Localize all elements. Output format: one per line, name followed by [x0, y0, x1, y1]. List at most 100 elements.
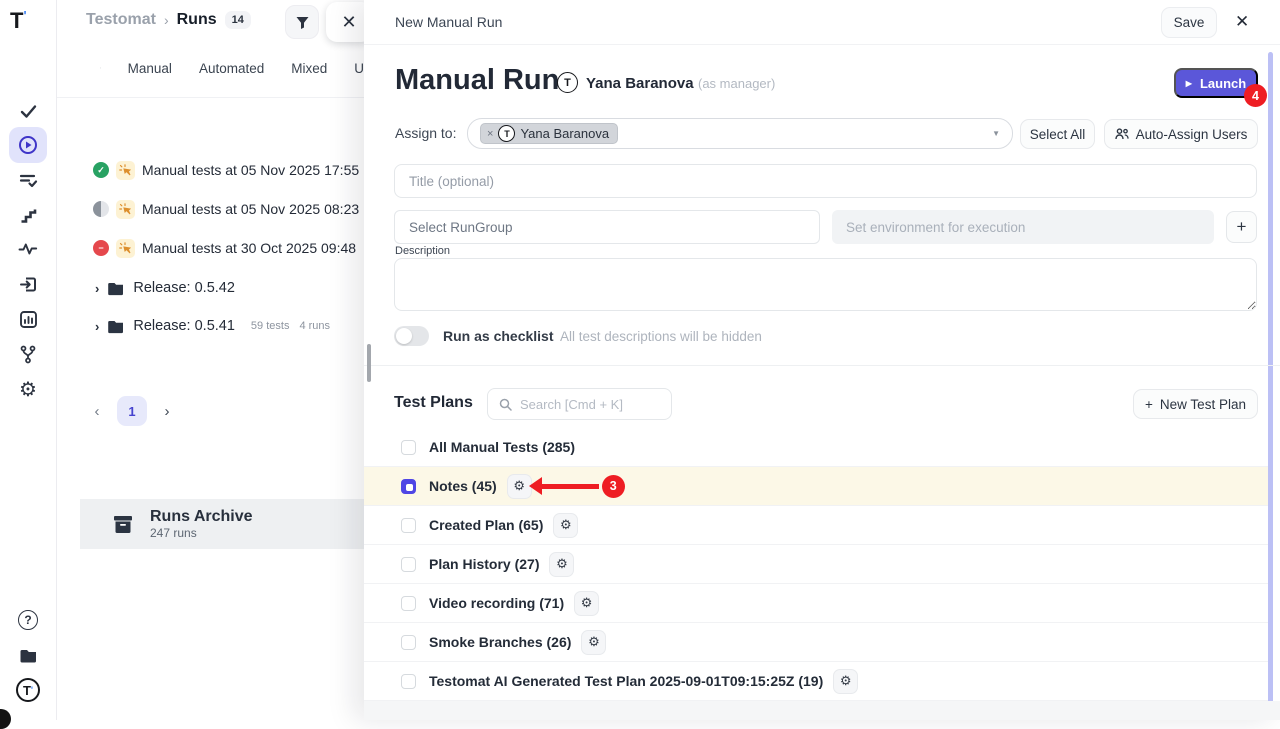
- page-number[interactable]: 1: [117, 396, 147, 426]
- new-test-plan-label: New Test Plan: [1160, 397, 1246, 412]
- owner-role: (as manager): [698, 76, 775, 91]
- checklist-hint: All test descriptions will be hidden: [560, 329, 762, 344]
- auto-assign-button[interactable]: Auto-Assign Users: [1104, 119, 1258, 149]
- drawer-close-icon[interactable]: ✕: [1235, 12, 1249, 32]
- prev-page-icon[interactable]: ‹: [90, 403, 104, 420]
- assignee-chip[interactable]: × T Yana Baranova: [480, 123, 618, 144]
- plan-settings-gear-icon[interactable]: [581, 630, 606, 655]
- chevron-right-icon[interactable]: ›: [95, 281, 99, 296]
- status-passed-icon: ✓: [93, 162, 109, 178]
- tab-mixed[interactable]: Mixed: [291, 61, 327, 76]
- help-button[interactable]: ?: [9, 602, 47, 638]
- plan-checkbox[interactable]: [401, 596, 416, 611]
- status-partial-icon: [93, 201, 109, 217]
- select-all-button[interactable]: Select All: [1020, 119, 1095, 149]
- new-manual-run-drawer: New Manual Run Save ✕ Manual Run T Yana …: [364, 0, 1280, 720]
- drawer-footer-strip: [364, 701, 1280, 720]
- breadcrumb-current: Runs: [177, 11, 217, 29]
- assignee-combobox[interactable]: × T Yana Baranova ▼: [467, 118, 1013, 149]
- rungroup-select[interactable]: [394, 210, 820, 244]
- test-plan-row[interactable]: Created Plan (65): [364, 506, 1268, 545]
- plan-settings-gear-icon[interactable]: [574, 591, 599, 616]
- description-textarea[interactable]: [394, 258, 1257, 311]
- testomat-logo-icon[interactable]: T': [10, 8, 27, 34]
- plan-search-box[interactable]: [487, 388, 672, 420]
- plan-label: Video recording (71): [429, 595, 564, 611]
- test-plan-row[interactable]: All Manual Tests (285): [364, 428, 1268, 467]
- plan-label: Plan History (27): [429, 556, 539, 572]
- plan-settings-gear-icon[interactable]: [549, 552, 574, 577]
- sidebar-item-import[interactable]: [9, 266, 47, 302]
- run-list-item[interactable]: Manual tests at 05 Nov 2025 08:23: [93, 198, 364, 220]
- plan-checkbox[interactable]: [401, 674, 416, 689]
- sidebar-item-runs[interactable]: [9, 127, 47, 163]
- annotation-arrow: [541, 484, 599, 489]
- owner-avatar: T: [557, 72, 578, 93]
- sidebar-item-reports[interactable]: [9, 301, 47, 337]
- tab-manual[interactable]: Manual: [128, 61, 172, 76]
- test-plan-row[interactable]: Testomat AI Generated Test Plan 2025-09-…: [364, 662, 1268, 701]
- pulse-icon: [18, 241, 38, 257]
- drawer-scrollbar[interactable]: [1268, 52, 1273, 718]
- sidebar-item-steps[interactable]: [9, 197, 47, 233]
- runs-count-badge: 14: [225, 11, 251, 29]
- plan-checkbox[interactable]: [401, 635, 416, 650]
- sidebar-item-tests[interactable]: [9, 93, 47, 129]
- folder-icon: [18, 647, 38, 664]
- chevron-right-icon[interactable]: ›: [95, 319, 99, 334]
- close-icon: ✕: [341, 12, 356, 33]
- plan-settings-gear-icon[interactable]: [553, 513, 578, 538]
- folder-name: Release: 0.5.41: [133, 318, 235, 334]
- divider: [364, 365, 1280, 366]
- plan-label: All Manual Tests (285): [429, 439, 575, 455]
- save-button[interactable]: Save: [1161, 7, 1217, 38]
- title-input[interactable]: [394, 164, 1257, 198]
- sidebar-item-plans[interactable]: [9, 162, 47, 198]
- run-list-item[interactable]: − Manual tests at 30 Oct 2025 09:48: [93, 237, 364, 259]
- plus-icon: +: [1145, 397, 1153, 412]
- plan-search-input[interactable]: [520, 397, 650, 412]
- testomat-avatar-icon: T': [16, 678, 40, 702]
- tab-automated[interactable]: Automated: [199, 61, 264, 76]
- tab-cutoff[interactable]: U: [354, 61, 364, 76]
- runs-archive-button[interactable]: Runs Archive 247 runs: [80, 499, 364, 549]
- new-test-plan-button[interactable]: + New Test Plan: [1133, 389, 1258, 419]
- filter-icon: [295, 15, 310, 30]
- toggle-knob: [396, 328, 412, 344]
- drawer-title: New Manual Run: [395, 14, 502, 30]
- test-plan-row[interactable]: Video recording (71): [364, 584, 1268, 623]
- play-icon: ▶: [1186, 79, 1192, 88]
- filter-button[interactable]: [285, 5, 319, 39]
- sidebar-item-analytics[interactable]: [9, 231, 47, 267]
- run-list-item[interactable]: ✓ Manual tests at 05 Nov 2025 17:55: [93, 159, 364, 181]
- release-folder-row[interactable]: › Release: 0.5.42: [95, 277, 364, 299]
- plan-checkbox[interactable]: [401, 518, 416, 533]
- select-all-icon[interactable]: [100, 60, 101, 76]
- folder-name: Release: 0.5.42: [133, 280, 235, 296]
- next-page-icon[interactable]: ›: [160, 403, 174, 420]
- chevron-down-icon[interactable]: ▼: [992, 129, 1000, 138]
- remove-assignee-icon[interactable]: ×: [487, 128, 493, 140]
- plan-checkbox-checked[interactable]: [401, 479, 416, 494]
- launch-label: Launch: [1200, 76, 1246, 91]
- plan-settings-gear-icon[interactable]: [833, 669, 858, 694]
- assignee-name: Yana Baranova: [520, 126, 609, 141]
- account-button[interactable]: T': [9, 672, 47, 708]
- assign-to-label: Assign to:: [395, 125, 456, 141]
- add-environment-button[interactable]: +: [1226, 211, 1257, 243]
- breadcrumb-parent[interactable]: Testomat: [86, 11, 156, 29]
- environment-input[interactable]: [832, 210, 1214, 244]
- projects-button[interactable]: [9, 637, 47, 673]
- plan-checkbox[interactable]: [401, 440, 416, 455]
- test-plan-row-notes[interactable]: Notes (45) 3: [364, 467, 1268, 506]
- sidebar-item-settings[interactable]: ⚙: [9, 371, 47, 407]
- plan-checkbox[interactable]: [401, 557, 416, 572]
- scrollbar-thumb[interactable]: [367, 344, 371, 382]
- archive-box-icon: [113, 515, 133, 534]
- release-folder-row[interactable]: › Release: 0.5.41 59 tests 4 runs: [95, 315, 364, 337]
- test-plan-row[interactable]: Plan History (27): [364, 545, 1268, 584]
- sidebar-item-branches[interactable]: [9, 336, 47, 372]
- run-as-checklist-toggle[interactable]: [394, 326, 429, 346]
- test-plan-row[interactable]: Smoke Branches (26): [364, 623, 1268, 662]
- folder-icon: [107, 319, 125, 334]
